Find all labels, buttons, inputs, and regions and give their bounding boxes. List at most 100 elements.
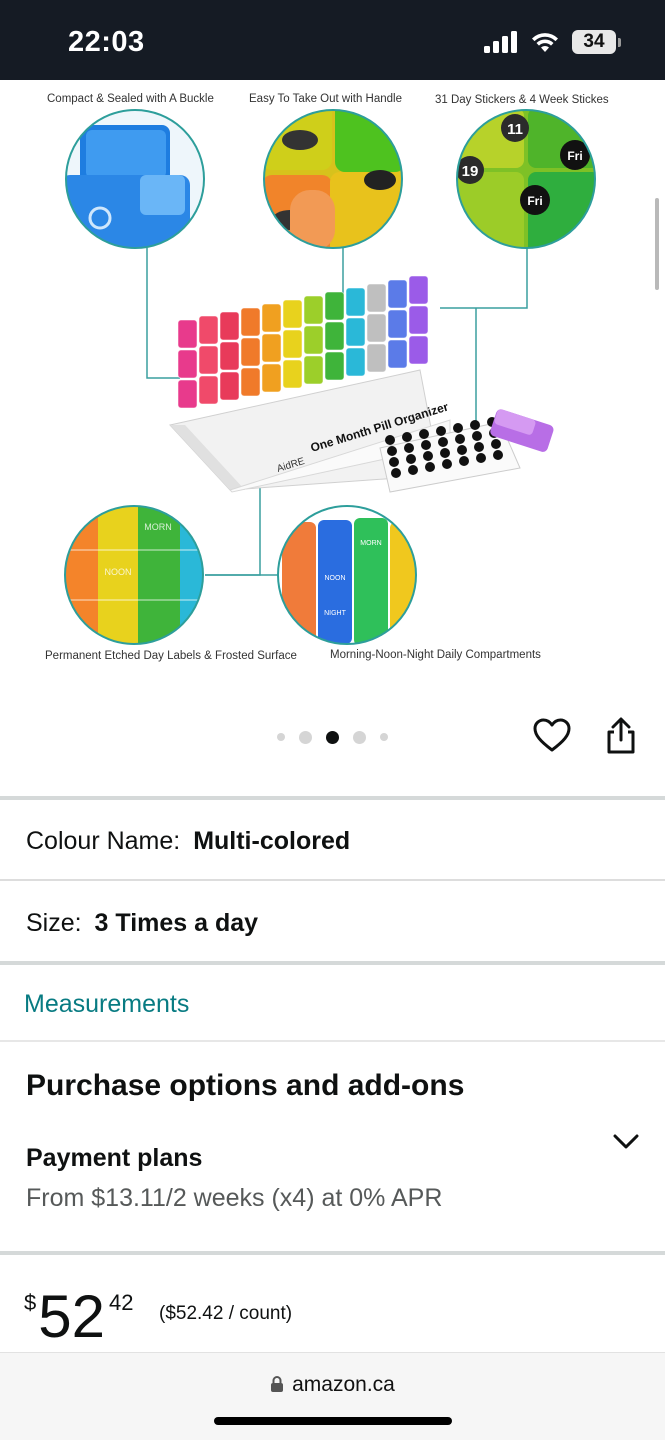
status-bar: 22:03 34 bbox=[0, 0, 665, 80]
pill-compartment bbox=[219, 341, 240, 371]
heart-icon[interactable] bbox=[532, 716, 572, 756]
sticker-dot bbox=[493, 450, 503, 460]
sticker-dot bbox=[472, 431, 482, 441]
sticker-dot bbox=[453, 423, 463, 433]
pill-compartment bbox=[198, 315, 219, 345]
sticker-dot bbox=[442, 459, 452, 469]
browser-bar: amazon.ca bbox=[0, 1352, 665, 1440]
pill-compartment bbox=[387, 339, 408, 369]
mnn-night: NIGHT bbox=[324, 610, 347, 617]
sticker-dot bbox=[457, 445, 467, 455]
sticker-fri-1: Fri bbox=[567, 149, 582, 163]
etched-noon: NOON bbox=[105, 567, 132, 577]
colour-label: Colour Name: bbox=[26, 827, 181, 855]
sticker-dot bbox=[406, 454, 416, 464]
sticker-dot bbox=[423, 451, 433, 461]
size-value: 3 Times a day bbox=[94, 909, 259, 937]
product-image[interactable]: Compact & Sealed with A Buckle Easy To T… bbox=[0, 80, 665, 695]
pill-compartment bbox=[366, 343, 387, 373]
pill-compartment bbox=[219, 371, 240, 401]
pill-compartment bbox=[282, 299, 303, 329]
mnn-noon: NOON bbox=[325, 575, 346, 582]
chevron-down-icon[interactable] bbox=[612, 1128, 640, 1156]
image-scroll-indicator bbox=[655, 198, 659, 290]
sticker-dot bbox=[491, 439, 501, 449]
sticker-dot bbox=[385, 435, 395, 445]
divider bbox=[0, 1251, 665, 1255]
pill-compartment bbox=[408, 305, 429, 335]
size-label: Size: bbox=[26, 909, 82, 937]
price-symbol: $ bbox=[24, 1290, 37, 1315]
carousel-dot-3-active[interactable] bbox=[326, 730, 339, 744]
sticker-dot bbox=[474, 442, 484, 452]
pill-compartment bbox=[324, 321, 345, 351]
size-row[interactable]: Size: 3 Times a day bbox=[26, 909, 258, 938]
colour-value: Multi-colored bbox=[193, 827, 351, 855]
signal-icon bbox=[484, 31, 517, 53]
pill-compartment bbox=[177, 319, 198, 349]
carousel-dot-4[interactable] bbox=[353, 730, 366, 744]
pill-compartment bbox=[366, 313, 387, 343]
pill-compartment bbox=[219, 311, 240, 341]
sticker-dot bbox=[389, 457, 399, 467]
pill-compartment bbox=[366, 283, 387, 313]
colour-row[interactable]: Colour Name: Multi-colored bbox=[26, 827, 350, 856]
pill-compartment bbox=[240, 307, 261, 337]
sticker-19: 19 bbox=[462, 163, 479, 180]
sticker-dot bbox=[419, 429, 429, 439]
sticker-dot bbox=[402, 432, 412, 442]
divider bbox=[0, 961, 665, 965]
sticker-dot bbox=[459, 456, 469, 466]
sticker-dot bbox=[404, 443, 414, 453]
sticker-dot bbox=[438, 437, 448, 447]
pill-compartment bbox=[408, 335, 429, 365]
lock-icon bbox=[271, 1376, 284, 1392]
pill-organizer-illustration: 11 Fri 19 Fri One Month Pill Organizer A… bbox=[64, 109, 596, 645]
share-icon[interactable] bbox=[601, 716, 641, 756]
sticker-dot bbox=[436, 426, 446, 436]
sticker-dot bbox=[425, 462, 435, 472]
battery-level: 34 bbox=[572, 30, 616, 54]
sticker-dot bbox=[391, 468, 401, 478]
price-whole: 52 bbox=[38, 1283, 105, 1350]
sticker-fri-2: Fri bbox=[527, 194, 542, 208]
pill-compartment bbox=[261, 303, 282, 333]
pill-compartment bbox=[324, 291, 345, 321]
pill-compartment bbox=[282, 359, 303, 389]
status-icons: 34 bbox=[484, 30, 621, 54]
carousel-dot-2[interactable] bbox=[299, 730, 312, 744]
status-time: 22:03 bbox=[68, 26, 145, 58]
sticker-dot bbox=[455, 434, 465, 444]
sticker-dot bbox=[476, 453, 486, 463]
pill-compartment bbox=[177, 379, 198, 409]
carousel-dot-5[interactable] bbox=[380, 733, 388, 741]
pill-compartment bbox=[282, 329, 303, 359]
home-indicator[interactable] bbox=[214, 1417, 452, 1425]
carousel-dot-1[interactable] bbox=[277, 733, 285, 741]
pill-compartment bbox=[240, 367, 261, 397]
battery-indicator: 34 bbox=[572, 30, 621, 54]
pill-compartment bbox=[177, 349, 198, 379]
pill-compartment bbox=[261, 333, 282, 363]
pill-compartment bbox=[303, 295, 324, 325]
pill-compartment bbox=[303, 355, 324, 385]
mnn-morn: MORN bbox=[360, 540, 381, 547]
pill-compartment bbox=[303, 325, 324, 355]
price-per-unit: ($52.42 / count) bbox=[159, 1303, 293, 1324]
etched-morn: MORN bbox=[144, 522, 172, 532]
url-bar[interactable]: amazon.ca bbox=[0, 1373, 665, 1397]
payment-plans-title[interactable]: Payment plans bbox=[26, 1144, 202, 1173]
url-text: amazon.ca bbox=[292, 1373, 395, 1396]
pill-compartment bbox=[198, 375, 219, 405]
pill-compartment bbox=[324, 351, 345, 381]
price-fraction: 42 bbox=[109, 1290, 134, 1315]
purchase-options-title: Purchase options and add-ons bbox=[26, 1069, 465, 1102]
sticker-dot bbox=[440, 448, 450, 458]
pill-compartment bbox=[387, 279, 408, 309]
price: $ 52 42 bbox=[24, 1282, 133, 1352]
pill-compartment bbox=[240, 337, 261, 367]
divider bbox=[0, 1040, 665, 1042]
measurements-link[interactable]: Measurements bbox=[24, 990, 189, 1019]
wifi-icon bbox=[532, 33, 558, 52]
pill-compartment bbox=[261, 363, 282, 393]
